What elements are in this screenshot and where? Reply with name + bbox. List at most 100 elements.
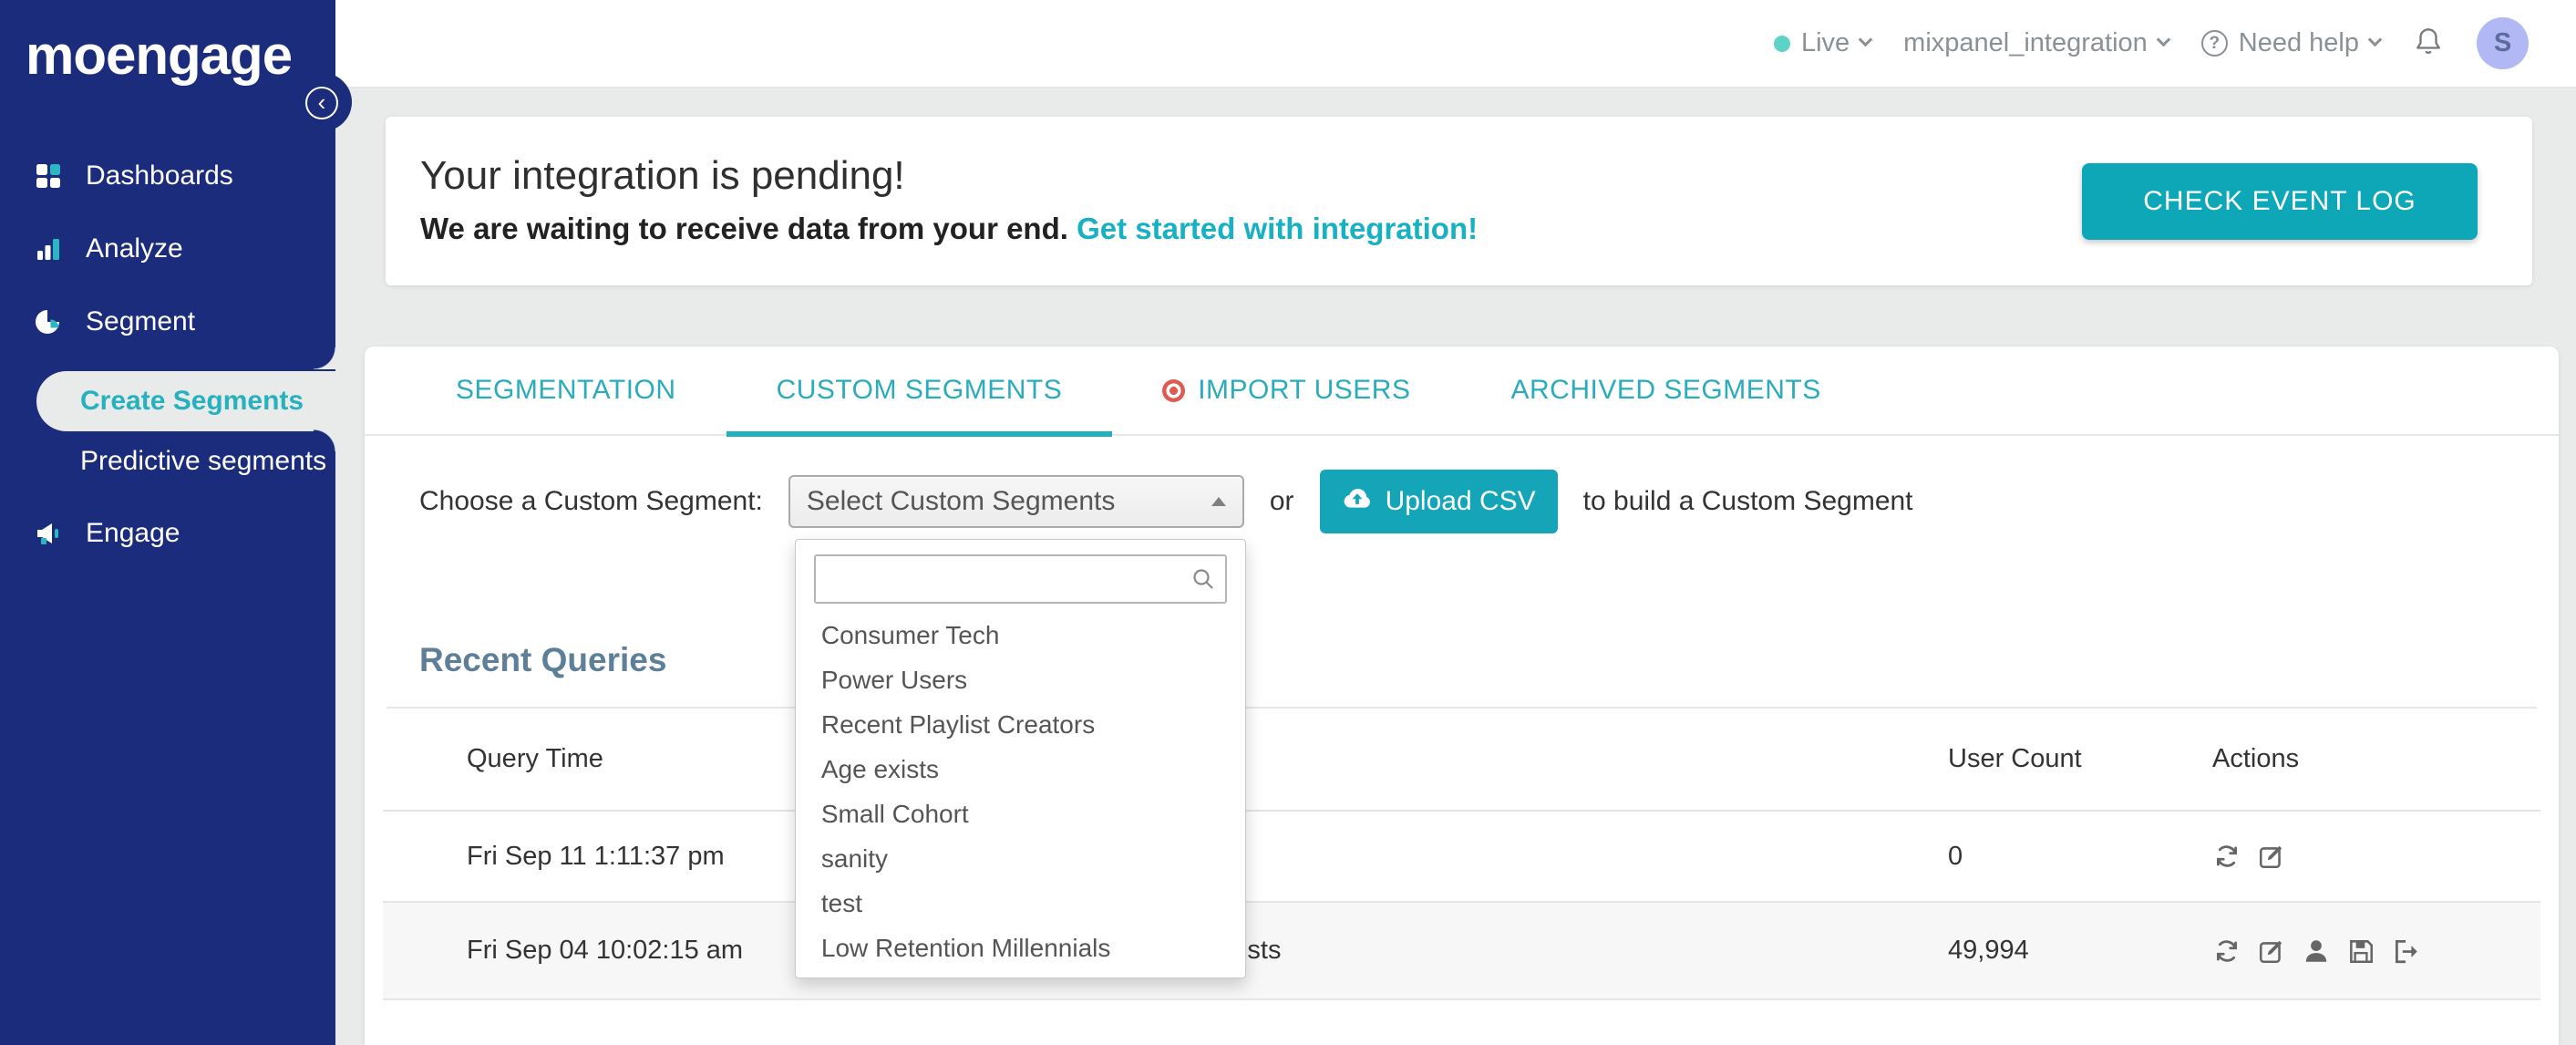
upload-csv-button[interactable]: Upload CSV <box>1319 470 1558 533</box>
sidebar-item-dashboards[interactable]: Dashboards <box>0 140 335 212</box>
chevron-down-icon <box>1858 32 1873 47</box>
segment-search-input[interactable] <box>813 554 1227 604</box>
tab-label: SEGMENTATION <box>456 375 676 405</box>
dropdown-option[interactable]: Recent Playlist Creators <box>796 702 1245 747</box>
cloud-upload-icon <box>1342 485 1373 518</box>
sidebar-item-label: Analyze <box>86 233 183 264</box>
chevron-down-icon <box>2156 32 2171 47</box>
sidebar-item-create-segments[interactable]: Create Segments <box>36 371 335 431</box>
dropdown-option[interactable]: Power Users <box>796 657 1245 702</box>
environment-switcher[interactable]: Live <box>1773 28 1873 58</box>
custom-segments-select[interactable]: Select Custom Segments <box>788 475 1244 528</box>
refresh-icon[interactable] <box>2212 842 2241 871</box>
tab-import-users[interactable]: IMPORT USERS <box>1112 346 1460 435</box>
edit-icon[interactable] <box>2257 936 2286 966</box>
banner-subtitle-text: We are waiting to receive data from your… <box>420 212 1068 245</box>
tab-label: ARCHIVED SEGMENTS <box>1510 375 1821 405</box>
integration-pending-banner: Your integration is pending! We are wait… <box>386 117 2532 285</box>
sidebar: moengage Dashboards Analyze Segment Crea… <box>0 0 335 1045</box>
edit-icon[interactable] <box>2257 842 2286 871</box>
query-time-cell: Fri Sep 04 10:02:15 am <box>467 936 744 965</box>
check-event-log-button[interactable]: CHECK EVENT LOG <box>2082 162 2478 240</box>
table-row: Fri Sep 11 1:11:37 pm 0 <box>383 812 2540 903</box>
refresh-icon[interactable] <box>2212 936 2241 966</box>
bell-icon <box>2413 25 2444 63</box>
dropdown-option[interactable]: Age exists <box>796 747 1245 792</box>
avatar[interactable]: S <box>2477 17 2529 69</box>
dropdown-option[interactable]: Small Cohort <box>796 792 1245 836</box>
help-label: Need help <box>2238 28 2359 57</box>
sidebar-item-label: Segment <box>86 306 196 336</box>
chevron-down-icon <box>2367 32 2383 47</box>
chevron-left-icon: ‹ <box>317 88 326 116</box>
notifications-button[interactable] <box>2413 25 2444 63</box>
project-switcher[interactable]: mixpanel_integration <box>1903 28 2171 58</box>
picker-label: Choose a Custom Segment: <box>419 486 763 516</box>
sidebar-item-label: Engage <box>86 518 180 548</box>
actions-cell <box>2212 842 2513 871</box>
megaphone-icon <box>35 520 62 547</box>
sidebar-item-analyze[interactable]: Analyze <box>0 212 335 285</box>
help-menu[interactable]: ? Need help <box>2200 28 2383 58</box>
recent-queries-title: Recent Queries <box>419 641 667 678</box>
tab-label: IMPORT USERS <box>1198 375 1411 405</box>
get-started-link[interactable]: Get started with integration! <box>1077 212 1478 245</box>
tab-segmentation[interactable]: SEGMENTATION <box>406 346 726 435</box>
dropdown-option[interactable]: Low Retention Millennials <box>796 926 1245 970</box>
dropdown-arrow-up-icon <box>1211 497 1226 506</box>
picker-suffix-text: to build a Custom Segment <box>1582 486 1913 516</box>
dropdown-option[interactable]: Consumer Tech <box>796 613 1245 657</box>
user-icon[interactable] <box>2302 936 2331 966</box>
pie-chart-icon <box>35 308 62 336</box>
user-count-cell: 49,994 <box>1948 936 2029 965</box>
dropdown-option[interactable]: test <box>796 881 1245 926</box>
table-header-row: Query Time User Count Actions <box>383 709 2540 812</box>
main-content: Your integration is pending! We are wait… <box>335 88 2576 1045</box>
search-icon <box>1190 566 1216 592</box>
sidebar-nav: Dashboards Analyze Segment Create Segmen… <box>0 140 335 570</box>
moengage-logo: moengage <box>26 25 293 86</box>
avatar-initial: S <box>2493 28 2512 57</box>
column-header-actions: Actions <box>2212 744 2300 773</box>
sidebar-item-segment[interactable]: Segment <box>0 285 335 358</box>
project-name: mixpanel_integration <box>1903 28 2148 57</box>
import-users-badge-icon <box>1162 378 1186 402</box>
custom-segment-picker-row: Choose a Custom Segment: Select Custom S… <box>419 470 2559 978</box>
sidebar-item-predictive-segments[interactable]: Predictive segments <box>0 431 335 491</box>
help-icon: ? <box>2200 30 2228 57</box>
tab-label: CUSTOM SEGMENTS <box>776 375 1063 405</box>
or-text: or <box>1269 486 1294 516</box>
select-wrapper: Select Custom Segments Consumer Tech Pow… <box>788 475 1246 978</box>
user-count-cell: 0 <box>1948 841 1963 871</box>
column-header-query-time: Query Time <box>467 744 603 773</box>
table-row: Fri Sep 04 10:02:15 am Users in custom s… <box>383 903 2540 1000</box>
bar-chart-icon <box>35 235 62 263</box>
export-icon[interactable] <box>2391 936 2420 966</box>
sidebar-subitem-label: Create Segments <box>80 386 304 416</box>
tab-bar: SEGMENTATION CUSTOM SEGMENTS IMPORT USER… <box>365 346 2559 437</box>
sidebar-curve-bottom <box>314 429 335 451</box>
grid-icon <box>35 162 62 190</box>
dropdown-search-wrap <box>813 554 1227 604</box>
tab-archived-segments[interactable]: ARCHIVED SEGMENTS <box>1460 346 1870 435</box>
environment-label: Live <box>1800 28 1850 57</box>
save-icon[interactable] <box>2346 936 2375 966</box>
sidebar-curve-top <box>314 347 335 369</box>
recent-queries-table: Query Time User Count Actions Fri Sep 11… <box>383 709 2540 1000</box>
live-status-dot <box>1773 35 1790 52</box>
sidebar-subitem-label: Predictive segments <box>80 446 327 476</box>
column-header-user-count: User Count <box>1948 744 2082 773</box>
tab-custom-segments[interactable]: CUSTOM SEGMENTS <box>726 346 1113 437</box>
select-value: Select Custom Segments <box>806 486 1116 516</box>
app-root: moengage Dashboards Analyze Segment Crea… <box>0 0 2576 1045</box>
dropdown-option[interactable]: sanity <box>796 836 1245 881</box>
collapse-sidebar-button[interactable]: ‹ <box>305 87 338 119</box>
query-time-cell: Fri Sep 11 1:11:37 pm <box>467 841 725 871</box>
actions-cell <box>2212 936 2513 966</box>
topbar: Live mixpanel_integration ? Need help S <box>335 0 2576 88</box>
upload-csv-label: Upload CSV <box>1385 486 1536 516</box>
custom-segments-dropdown: Consumer Tech Power Users Recent Playlis… <box>794 539 1246 978</box>
sidebar-item-label: Dashboards <box>86 160 233 191</box>
sidebar-item-engage[interactable]: Engage <box>0 497 335 570</box>
segments-card: SEGMENTATION CUSTOM SEGMENTS IMPORT USER… <box>365 347 2559 1045</box>
